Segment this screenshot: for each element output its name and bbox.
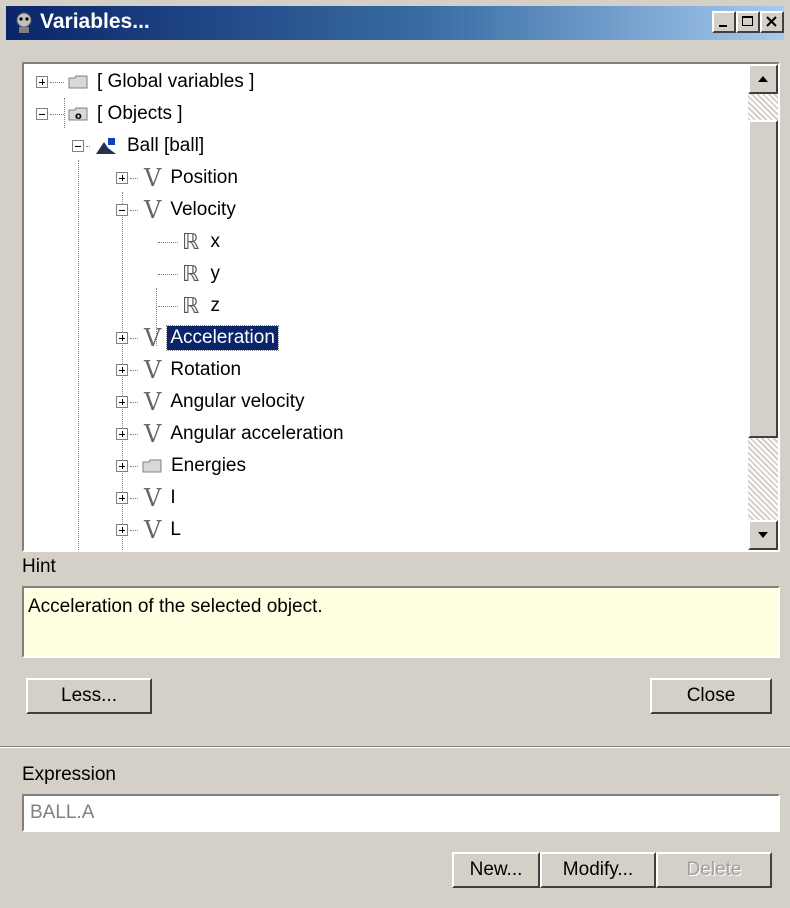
section-divider (0, 746, 790, 748)
tree-connector (78, 160, 79, 550)
tree-item-x[interactable]: ℝ x (156, 226, 223, 258)
minimize-button[interactable] (712, 11, 736, 33)
hint-text-box: Acceleration of the selected object. (22, 586, 780, 658)
tree-item-label: Energies (171, 455, 246, 476)
tree-item-label: y (210, 263, 220, 284)
expand-icon[interactable] (116, 460, 128, 472)
expand-icon[interactable] (116, 428, 128, 440)
tree-item-rotation[interactable]: V Rotation (116, 354, 244, 386)
collapse-icon[interactable] (36, 108, 48, 120)
close-window-button[interactable] (760, 11, 784, 33)
tree-scrollbar[interactable] (748, 64, 778, 550)
new-button[interactable]: New... (452, 852, 540, 888)
collapse-icon[interactable] (116, 204, 128, 216)
tree-item-label: Ball [ball] (127, 135, 205, 156)
variables-tree[interactable]: [ Global variables ] o [ Objects ] Ball … (22, 62, 780, 552)
tree-item-acceleration[interactable]: V Acceleration (116, 322, 279, 354)
tree-item-velocity[interactable]: V Velocity (116, 194, 239, 226)
collapse-icon[interactable] (72, 140, 84, 152)
tree-item-l[interactable]: V L (116, 514, 184, 546)
hint-label: Hint (22, 556, 56, 577)
maximize-icon (742, 16, 753, 26)
expression-label: Expression (22, 764, 116, 785)
window-title: Variables... (40, 10, 150, 33)
tree-item-i[interactable]: V I (116, 482, 179, 514)
modify-button[interactable]: Modify... (540, 852, 656, 888)
arrow-up-icon (758, 76, 768, 82)
tree-item-position[interactable]: V Position (116, 162, 241, 194)
tree-item-y[interactable]: ℝ y (156, 258, 223, 290)
expand-icon[interactable] (116, 172, 128, 184)
arrow-down-icon (758, 532, 768, 538)
expand-icon[interactable] (36, 76, 48, 88)
expand-icon[interactable] (116, 364, 128, 376)
tree-item-label: [ Global variables ] (97, 71, 255, 92)
tree-item-energies[interactable]: Energies (116, 450, 249, 482)
scroll-down-button[interactable] (748, 520, 778, 550)
expand-icon[interactable] (116, 524, 128, 536)
tree-item-label: Rotation (170, 359, 242, 380)
less-button[interactable]: Less... (26, 678, 152, 714)
tree-item-angular-velocity[interactable]: V Angular velocity (116, 386, 307, 418)
close-button-label: Close (686, 685, 736, 706)
scroll-up-button[interactable] (748, 64, 778, 94)
expand-icon[interactable] (116, 332, 128, 344)
tree-item-ball[interactable]: Ball [ball] (72, 130, 207, 162)
vector-icon: V (144, 420, 162, 448)
tree-item-label: [ Objects ] (97, 103, 183, 124)
close-icon (766, 16, 777, 27)
ball-object-icon (96, 138, 116, 154)
tree-item-label: z (210, 295, 220, 316)
tree-item-label: Angular acceleration (170, 423, 344, 444)
tree-item-label: I (170, 487, 176, 508)
vector-icon: V (144, 516, 162, 544)
variables-dialog: Variables... [ Global variables ] o [ Ob… (0, 0, 790, 908)
svg-text:o: o (75, 111, 82, 121)
expression-input[interactable] (22, 794, 780, 832)
objects-folder-icon: o (68, 107, 88, 121)
expand-icon[interactable] (116, 492, 128, 504)
tree-item-label: x (210, 231, 220, 252)
vector-icon: V (144, 164, 162, 192)
close-button[interactable]: Close (650, 678, 772, 714)
folder-icon (142, 459, 162, 473)
maximize-button[interactable] (736, 11, 760, 33)
vector-icon: V (144, 196, 162, 224)
tree-item-objects[interactable]: o [ Objects ] (36, 98, 186, 130)
minimize-icon (719, 25, 727, 27)
vector-icon: V (144, 324, 162, 352)
delete-button[interactable]: Delete (656, 852, 772, 888)
tree-item-angular-acceleration[interactable]: V Angular acceleration (116, 418, 347, 450)
vector-icon: V (144, 388, 162, 416)
tree-item-global-variables[interactable]: [ Global variables ] (36, 66, 257, 98)
tree-item-label: Velocity (170, 199, 236, 220)
tree-item-label-selected: Acceleration (166, 325, 279, 351)
scrollbar-thumb[interactable] (748, 120, 778, 438)
expand-icon[interactable] (116, 396, 128, 408)
tree-item-z[interactable]: ℝ z (156, 290, 223, 322)
vector-icon: V (144, 484, 162, 512)
vector-icon: V (144, 356, 162, 384)
folder-icon (68, 75, 88, 89)
real-icon: ℝ (182, 261, 200, 287)
real-icon: ℝ (182, 229, 200, 255)
tree-item-label: L (170, 519, 181, 540)
tree-item-label: Position (170, 167, 238, 188)
tree-item-label: Angular velocity (170, 391, 305, 412)
title-bar[interactable]: Variables... (6, 6, 784, 40)
real-icon: ℝ (182, 293, 200, 319)
app-icon (16, 12, 32, 33)
